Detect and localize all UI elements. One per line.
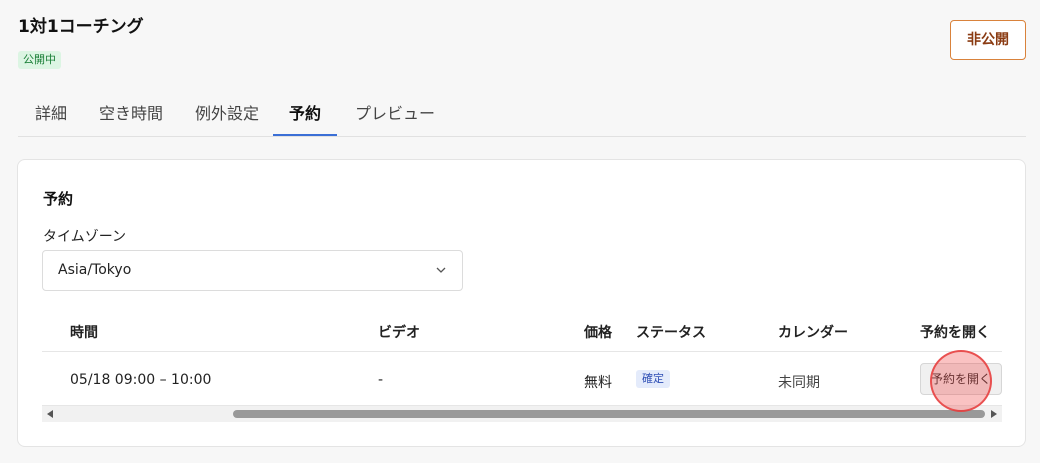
cell-video: -	[378, 372, 384, 388]
tab-exceptions[interactable]: 例外設定	[194, 98, 260, 135]
header-divider	[42, 351, 1002, 352]
scroll-right-icon[interactable]	[991, 410, 997, 418]
scroll-left-icon[interactable]	[47, 410, 53, 418]
chevron-down-icon	[436, 267, 446, 273]
cell-price: 無料	[584, 375, 612, 391]
tab-preview[interactable]: プレビュー	[354, 98, 436, 135]
scroll-thumb[interactable]	[233, 410, 985, 418]
tab-availability[interactable]: 空き時間	[98, 98, 164, 135]
unpublish-button[interactable]: 非公開	[950, 20, 1026, 60]
timezone-select[interactable]: Asia/Tokyo	[42, 250, 463, 291]
col-header-open: 予約を開く	[920, 325, 990, 341]
tab-bar: 詳細 空き時間 例外設定 予約 プレビュー	[18, 98, 1026, 137]
col-header-price: 価格	[584, 325, 612, 341]
col-header-calendar: カレンダー	[778, 325, 848, 341]
status-badge: 公開中	[18, 51, 61, 69]
col-header-status: ステータス	[636, 325, 706, 341]
cell-status-badge: 確定	[636, 370, 670, 388]
page-title: 1対1コーチング	[18, 17, 144, 37]
horizontal-scrollbar[interactable]	[42, 406, 1002, 422]
cell-calendar: 未同期	[778, 375, 820, 391]
tab-details[interactable]: 詳細	[33, 98, 69, 135]
open-booking-button[interactable]: 予約を開く	[920, 363, 1002, 395]
card-title: 予約	[43, 190, 74, 208]
tab-bookings[interactable]: 予約	[273, 98, 337, 136]
col-header-time: 時間	[70, 325, 98, 341]
timezone-label: タイムゾーン	[43, 229, 127, 245]
bookings-card: 予約 タイムゾーン Asia/Tokyo 時間 ビデオ 価格 ステータス カレン…	[17, 159, 1026, 447]
col-header-video: ビデオ	[378, 325, 420, 341]
cell-time: 05/18 09:00 – 10:00	[70, 372, 212, 388]
timezone-value: Asia/Tokyo	[58, 262, 132, 278]
